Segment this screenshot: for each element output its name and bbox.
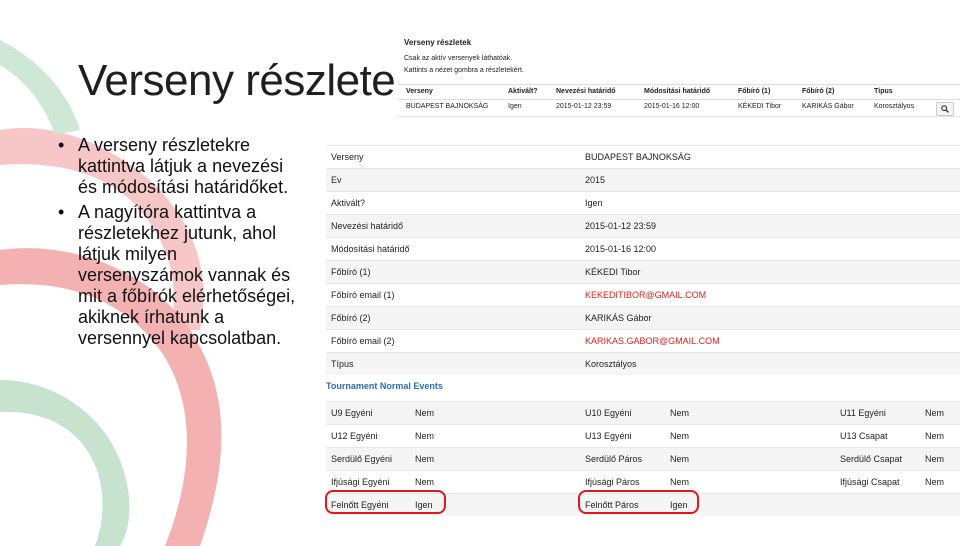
column-header: Aktivált? [508, 88, 538, 95]
detail-label: Főbíró (1) [331, 267, 371, 277]
event-status: Nem [415, 431, 435, 441]
column-header: Módosítási határidő [644, 88, 711, 95]
event-name: Serdülő Egyéni [331, 454, 393, 464]
table-cell: 2015-01-16 12:00 [644, 103, 700, 110]
table-cell: Korosztályos [874, 103, 915, 110]
detail-row: Nevezési határidő 2015-01-12 23:59 [326, 214, 960, 237]
detail-label: Típus [331, 359, 354, 369]
slide-title: Verseny részletek [78, 56, 417, 105]
panel-note: Kattints a nézet gombra a részletekért. [404, 67, 524, 74]
event-status: Nem [925, 431, 945, 441]
table-cell: KÉKEDI Tibor [738, 103, 782, 110]
detail-row: Verseny BUDAPEST BAJNOKSÁG [326, 145, 960, 168]
detail-value: BUDAPEST BAJNOKSÁG [585, 152, 691, 162]
panel-note: Csak az aktív versenyek láthatóak. [404, 55, 513, 62]
competition-list-panel: Verseny részletek Csak az aktív versenye… [398, 34, 960, 120]
event-name: U11 Egyéni [840, 408, 886, 418]
event-name: Ifjúsági Egyéni [331, 477, 390, 487]
detail-row: Főbíró email (2) KARIKAS.GABOR@GMAIL.COM [326, 329, 960, 352]
detail-label: Főbíró (2) [331, 313, 371, 323]
bullet-item: A nagyítóra kattintva a részletekhez jut… [56, 202, 296, 349]
highlight-felnott-egyeni [325, 490, 446, 514]
event-row: U12 Egyéni Nem U13 Egyéni Nem U13 Csapat Nem [326, 424, 960, 447]
event-status: Nem [670, 477, 690, 487]
detail-value: KÉKEDI Tibor [585, 267, 641, 277]
detail-email-link[interactable]: KARIKAS.GABOR@GMAIL.COM [585, 336, 720, 346]
table-cell: Igen [508, 103, 522, 110]
event-status: Nem [925, 454, 945, 464]
event-name: U10 Egyéni [585, 408, 632, 418]
detail-value: 2015-01-12 23:59 [585, 221, 657, 231]
event-status: Nem [670, 408, 690, 418]
detail-row: Főbíró (2) KARIKÁS Gábor [326, 306, 960, 329]
event-name: U9 Egyéni [331, 408, 373, 418]
event-status: Nem [670, 431, 690, 441]
events-title: Tournament Normal Events [326, 381, 443, 391]
event-name: U12 Egyéni [331, 431, 378, 441]
event-name: Ifjúsági Páros [585, 477, 640, 487]
detail-email-link[interactable]: KEKEDITIBOR@GMAIL.COM [585, 290, 706, 300]
event-status: Nem [925, 408, 945, 418]
detail-label: Nevezési határidő [331, 221, 404, 231]
event-status: Nem [415, 454, 435, 464]
event-name: Ifjúsági Csapat [840, 477, 900, 487]
detail-row: Módosítási határidő 2015-01-16 12:00 [326, 237, 960, 260]
highlight-felnott-paros [578, 490, 699, 514]
detail-label: Módosítási határidő [331, 244, 410, 254]
column-header: Főbíró (2) [802, 88, 835, 95]
column-header: Típus [874, 88, 893, 95]
event-status: Nem [415, 408, 435, 418]
detail-row: Főbíró email (1) KEKEDITIBOR@GMAIL.COM [326, 283, 960, 306]
table-header: Verseny Aktivált? Nevezési határidő Módo… [398, 84, 960, 100]
detail-row: Főbíró (1) KÉKEDI Tibor [326, 260, 960, 283]
detail-value: Korosztályos [585, 359, 637, 369]
event-row: U9 Egyéni Nem U10 Egyéni Nem U11 Egyéni Nem [326, 401, 960, 424]
detail-label: Aktivált? [331, 198, 366, 208]
detail-row: Típus Korosztályos [326, 352, 960, 375]
detail-label: Főbíró email (2) [331, 336, 395, 346]
detail-value: KARIKÁS Gábor [585, 313, 652, 323]
table-row[interactable]: BUDAPEST BAJNOKSÁG Igen 2015-01-12 23:59… [398, 100, 960, 117]
event-name: U13 Csapat [840, 431, 888, 441]
details-table: Verseny BUDAPEST BAJNOKSÁG Ev 2015 Aktivált?… [326, 145, 960, 375]
view-details-button[interactable] [936, 102, 954, 116]
detail-value: 2015-01-16 12:00 [585, 244, 657, 254]
column-header: Főbíró (1) [738, 88, 771, 95]
magnifier-icon [941, 105, 949, 113]
detail-value: Igen [585, 198, 603, 208]
table-cell: 2015-01-12 23:59 [556, 103, 612, 110]
table-cell: KARIKÁS Gábor [802, 103, 854, 110]
event-name: Serdülő Csapat [840, 454, 903, 464]
detail-row: Aktivált? Igen [326, 191, 960, 214]
detail-value: 2015 [585, 175, 606, 185]
detail-row: Ev 2015 [326, 168, 960, 191]
event-row: Serdülő Egyéni Nem Serdülő Páros Nem Serdülő… [326, 447, 960, 470]
detail-label: Főbíró email (1) [331, 290, 395, 300]
event-status: Nem [670, 454, 690, 464]
event-name: U13 Egyéni [585, 431, 632, 441]
bullet-list: A verseny részletekre kattintva látjuk a… [56, 135, 296, 353]
table-cell: BUDAPEST BAJNOKSÁG [406, 103, 489, 110]
detail-label: Verseny [331, 152, 364, 162]
event-status: Nem [925, 477, 945, 487]
bullet-item: A verseny részletekre kattintva látjuk a… [56, 135, 296, 198]
detail-label: Ev [331, 175, 342, 185]
column-header: Verseny [406, 88, 433, 95]
column-header: Nevezési határidő [556, 88, 616, 95]
panel-title: Verseny részletek [404, 38, 472, 47]
event-name: Serdülő Páros [585, 454, 643, 464]
event-status: Nem [415, 477, 435, 487]
